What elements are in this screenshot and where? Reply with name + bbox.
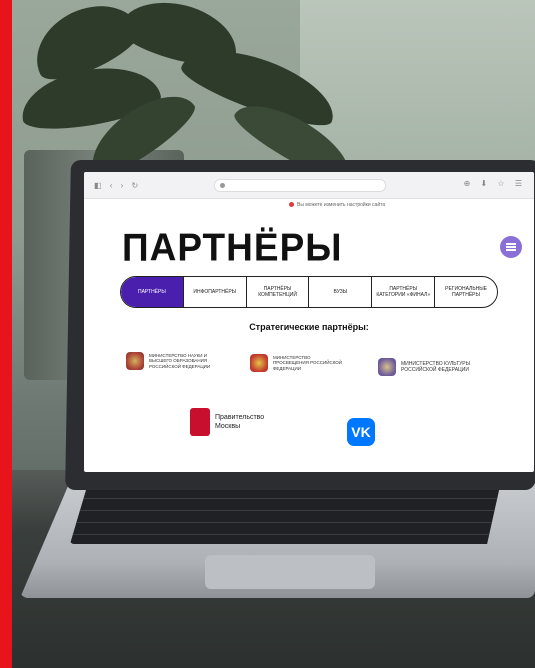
laptop-trackpad — [205, 555, 375, 589]
vk-logo-icon[interactable]: VK — [347, 418, 375, 446]
tab-final-partners[interactable]: ПАРТНЁРЫ КАТЕГОРИИ «ФИНАЛ» — [371, 277, 434, 307]
partner-name: МИНИСТЕРСТВО НАУКИ И ВЫСШЕГО ОБРАЗОВАНИЯ… — [149, 352, 211, 369]
page-title: ПАРТНЁРЫ — [122, 225, 343, 269]
laptop-screen: ◧ ‹ › ↻ ⊕ ⬇ ☆ ☰ Вы можете изменить настр… — [84, 172, 534, 472]
tab-partners[interactable]: ПАРТНЁРЫ — [121, 277, 183, 307]
partner-name: МИНИСТЕРСТВО ПРОСВЕЩЕНИЯ РОССИЙСКОЙ ФЕДЕ… — [273, 354, 343, 371]
site-notice: Вы можете изменить настройки сайта — [289, 202, 385, 208]
partner-name: Правительство Москвы — [215, 414, 265, 430]
tab-infopartners[interactable]: ИНФОПАРТНЁРЫ — [182, 277, 246, 307]
partner-tabs: ПАРТНЁРЫ ИНФОПАРТНЁРЫ ПАРТНЁРЫ КОМПЕТЕНЦ… — [120, 276, 498, 308]
address-bar[interactable] — [214, 179, 386, 192]
eagle-emblem-icon — [378, 358, 396, 376]
browser-toolbar: ◧ ‹ › ↻ ⊕ ⬇ ☆ ☰ — [84, 172, 534, 199]
tab-universities[interactable]: ВУЗЫ — [308, 277, 371, 307]
section-title: Стратегические партнёры: — [249, 322, 369, 332]
browser-tools-icons[interactable]: ⊕ ⬇ ☆ ☰ — [464, 179, 526, 188]
partner-name: МИНИСТЕРСТВО КУЛЬТУРЫ РОССИЙСКОЙ ФЕДЕРАЦ… — [401, 361, 471, 373]
menu-button[interactable] — [500, 236, 522, 258]
photo-scene: ◧ ‹ › ↻ ⊕ ⬇ ☆ ☰ Вы можете изменить настр… — [0, 0, 535, 668]
eagle-emblem-icon — [250, 354, 268, 372]
menu-icon — [506, 243, 516, 245]
partner-logo[interactable]: МИНИСТЕРСТВО ПРОСВЕЩЕНИЯ РОССИЙСКОЙ ФЕДЕ… — [250, 354, 345, 372]
partner-logo[interactable]: МИНИСТЕРСТВО КУЛЬТУРЫ РОССИЙСКОЙ ФЕДЕРАЦ… — [378, 358, 491, 376]
tab-competence-partners[interactable]: ПАРТНЁРЫ КОМПЕТЕНЦИЙ — [245, 277, 309, 307]
browser-nav-icons[interactable]: ◧ ‹ › ↻ — [94, 181, 141, 190]
partner-logo[interactable]: Правительство Москвы — [190, 408, 275, 436]
notice-text: Вы можете изменить настройки сайта — [297, 202, 386, 208]
laptop-keyboard — [70, 486, 500, 544]
moscow-coat-of-arms-icon — [190, 408, 210, 436]
eagle-emblem-icon — [126, 352, 144, 370]
tab-regional-partners[interactable]: РЕГИОНАЛЬНЫЕ ПАРТНЁРЫ — [434, 277, 497, 307]
red-accent-bar — [0, 0, 12, 668]
lock-icon — [220, 183, 225, 188]
notice-icon — [289, 202, 294, 208]
partner-logo[interactable]: МИНИСТЕРСТВО НАУКИ И ВЫСШЕГО ОБРАЗОВАНИЯ… — [126, 352, 221, 370]
